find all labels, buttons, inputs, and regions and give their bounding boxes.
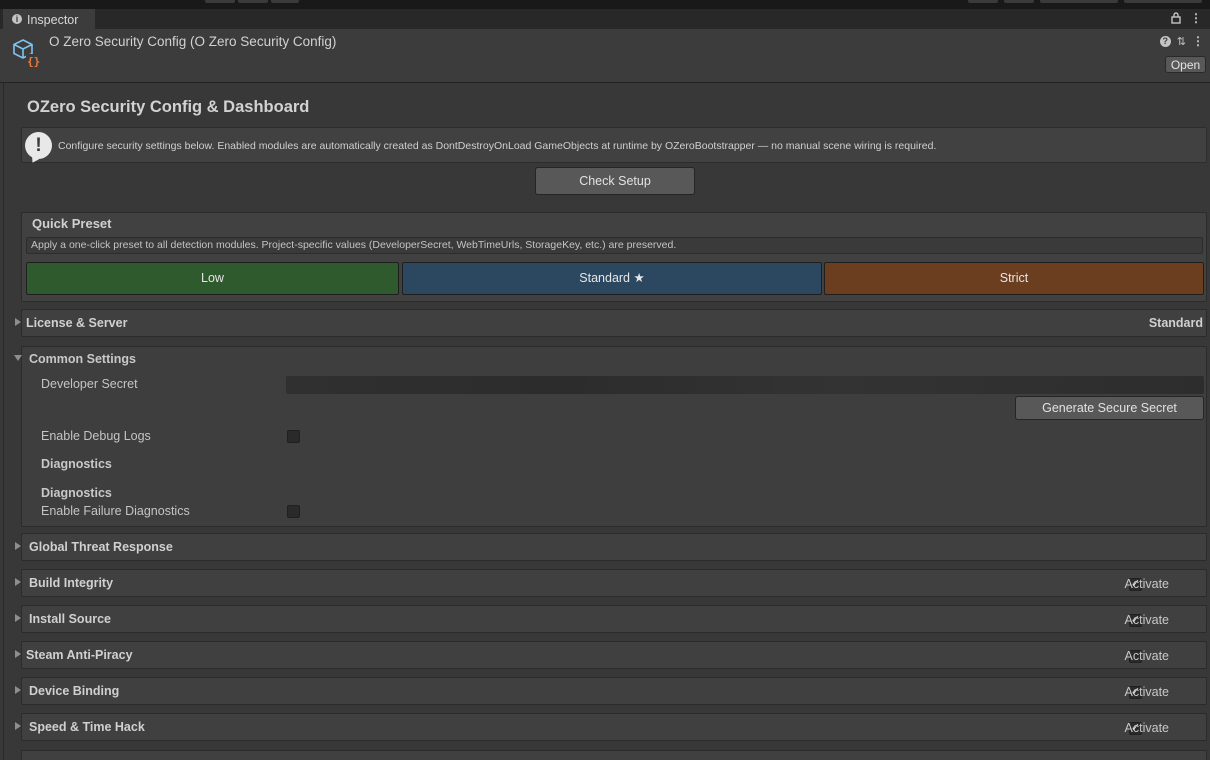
foldout-license-server[interactable]: License & Server Standard [21, 309, 1207, 337]
activate-label: Activate [1124, 577, 1169, 591]
collapse-arrow-icon[interactable] [14, 355, 22, 361]
foldout-global-threat-response[interactable]: Global Threat Response [21, 533, 1207, 561]
foldout-label: Speed & Time Hack [29, 720, 145, 734]
foldout-steam-anti-piracy[interactable]: Steam Anti-Piracy Activate [21, 641, 1207, 669]
svg-text:{}: {} [27, 55, 40, 68]
failure-diagnostics-label: Enable Failure Diagnostics [41, 504, 190, 518]
asset-title: O Zero Security Config (O Zero Security … [49, 34, 337, 49]
settings-sliders-icon[interactable]: ⇅ [1177, 35, 1186, 48]
foldout-label: License & Server [26, 316, 128, 330]
tab-bar [0, 9, 1210, 29]
page-title: OZero Security Config & Dashboard [27, 98, 310, 116]
failure-diagnostics-checkbox[interactable] [287, 505, 300, 518]
info-icon: i [12, 14, 22, 24]
diagnostics-header: Diagnostics [41, 457, 112, 471]
scriptable-object-icon: {} [13, 39, 40, 68]
foldout-label: Device Binding [29, 684, 120, 698]
license-tier: Standard [1148, 316, 1203, 330]
activate-label: Activate [1124, 649, 1169, 663]
open-button[interactable]: Open [1165, 56, 1206, 73]
tab-label: Inspector [27, 13, 79, 27]
foldout-label[interactable]: Common Settings [29, 352, 136, 366]
tab-inspector[interactable]: i Inspector [3, 9, 95, 29]
inspector-header: {} O Zero Security Config (O Zero Securi… [0, 29, 1210, 83]
help-box: ! Configure security settings below. Ena… [21, 127, 1207, 163]
help-text: Configure security settings below. Enabl… [58, 140, 937, 152]
developer-secret-label: Developer Secret [41, 377, 138, 391]
activate-label: Activate [1124, 721, 1169, 735]
kebab-menu-icon[interactable]: ⋮ [1192, 34, 1204, 48]
lock-icon[interactable] [1171, 12, 1181, 24]
quick-preset-description: Apply a one-click preset to all detectio… [26, 237, 1203, 254]
developer-secret-field[interactable] [286, 376, 1204, 394]
check-setup-button[interactable]: Check Setup [535, 167, 695, 195]
toolbar-chip[interactable] [1040, 0, 1118, 3]
preset-low-button[interactable]: Low [26, 262, 399, 295]
foldout-cutoff[interactable] [21, 750, 1207, 760]
toolbar-chip[interactable] [1124, 0, 1202, 3]
tab-icons: ⋮ [1171, 11, 1202, 25]
preset-standard-button[interactable]: Standard ★ [402, 262, 822, 295]
activate-label: Activate [1124, 685, 1169, 699]
toolbar-chip[interactable] [238, 0, 268, 3]
foldout-build-integrity[interactable]: Build Integrity ✓ Activate [21, 569, 1207, 597]
foldout-speed-time-hack[interactable]: Speed & Time Hack ✓ Activate [21, 713, 1207, 741]
kebab-menu-icon[interactable]: ⋮ [1190, 11, 1202, 25]
editor-top-strip [0, 0, 1210, 9]
common-settings-panel: Common Settings Developer Secret Generat… [21, 346, 1207, 527]
generate-secret-button[interactable]: Generate Secure Secret [1015, 396, 1204, 420]
toolbar-chip[interactable] [968, 0, 998, 3]
toolbar-chip[interactable] [205, 0, 235, 3]
foldout-label: Steam Anti-Piracy [26, 648, 133, 662]
foldout-label: Global Threat Response [29, 540, 173, 554]
activate-label: Activate [1124, 613, 1169, 627]
diagnostics-subheader: Diagnostics [41, 486, 112, 500]
toolbar-chip[interactable] [271, 0, 299, 3]
header-icons: ? ⇅ ⋮ [1159, 34, 1204, 48]
quick-preset-title: Quick Preset [32, 216, 112, 231]
foldout-device-binding[interactable]: Device Binding ✓ Activate [21, 677, 1207, 705]
toolbar-chip[interactable] [1004, 0, 1034, 3]
debug-logs-checkbox[interactable] [287, 430, 300, 443]
debug-logs-label: Enable Debug Logs [41, 429, 151, 443]
foldout-label: Build Integrity [29, 576, 114, 590]
foldout-label: Install Source [29, 612, 111, 626]
preset-strict-button[interactable]: Strict [824, 262, 1204, 295]
quick-preset-panel: Quick Preset Apply a one-click preset to… [21, 212, 1207, 302]
divider [3, 83, 4, 760]
foldout-install-source[interactable]: Install Source ✓ Activate [21, 605, 1207, 633]
help-icon[interactable]: ? [1159, 35, 1171, 47]
warning-icon: ! [25, 132, 52, 159]
